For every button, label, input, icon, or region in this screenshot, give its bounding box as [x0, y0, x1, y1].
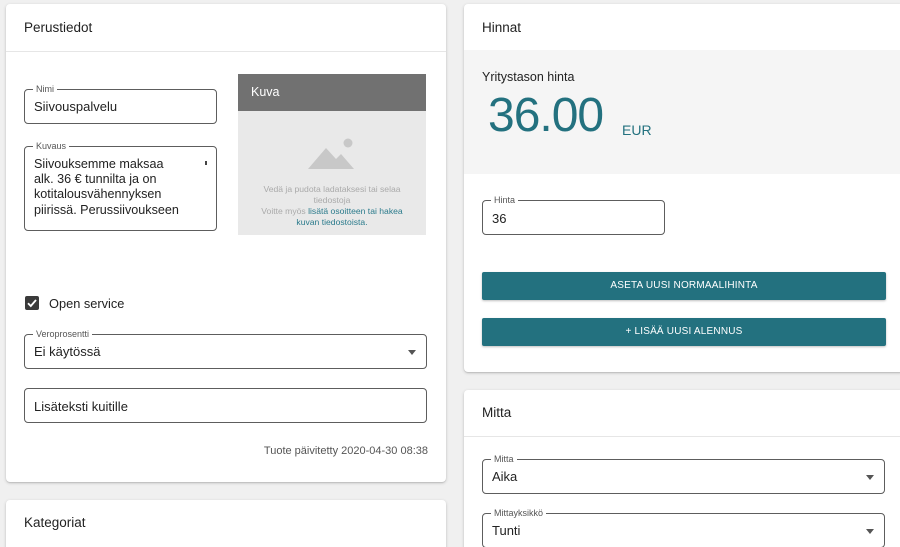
checkmark-icon	[27, 299, 37, 308]
chevron-down-icon	[866, 474, 874, 480]
hinnat-card: Hinnat Yritystason hinta 36.00 EUR Hinta…	[464, 4, 900, 372]
dropzone-hint-line1: Vedä ja pudota ladataksesi tai selaa	[263, 184, 401, 194]
description-field[interactable]: Kuvaus Siivouksemme maksaa alk. 36 € tun…	[24, 141, 217, 231]
price-legend: Hinta	[491, 195, 519, 206]
company-price-currency: EUR	[622, 122, 652, 138]
dropzone-hint-line2: tiedostoja	[313, 194, 351, 205]
receipt-text-placeholder: Lisäteksti kuitille	[34, 399, 128, 414]
dropzone-url-link[interactable]: lisätä osoitteen tai hakea	[308, 206, 403, 216]
measure-legend: Mitta	[491, 454, 517, 465]
chevron-down-icon	[866, 528, 874, 534]
hinnat-title: Hinnat	[482, 20, 522, 35]
mitta-card: Mitta Mitta Aika Mittayksikkö Tunti	[464, 390, 900, 547]
name-field[interactable]: Nimi Siivouspalvelu	[24, 84, 217, 124]
unit-legend: Mittayksikkö	[491, 508, 547, 519]
image-dropzone[interactable]: Kuva Vedä ja pudota ladataksesi tai sela…	[238, 74, 426, 235]
measure-value: Aika	[492, 469, 518, 484]
description-scrollbar[interactable]	[205, 161, 207, 165]
open-service-label: Open service	[49, 296, 125, 311]
description-line-4: piirissä. Perussiivoukseen	[34, 202, 179, 217]
chevron-down-icon	[408, 349, 416, 355]
description-line-1: Siivouksemme maksaa	[34, 157, 164, 171]
dropzone-hint-url: Voitte myös lisätä osoitteen tai hakea k…	[244, 206, 420, 227]
perustiedot-title: Perustiedot	[6, 4, 446, 52]
company-price-panel: Yritystason hinta 36.00 EUR	[464, 50, 900, 174]
mitta-title: Mitta	[464, 390, 900, 437]
company-price-value: 36.00	[488, 89, 604, 142]
kategoriat-title: Kategoriat	[24, 515, 86, 530]
set-normal-price-button[interactable]: ASETA UUSI NORMAALIHINTA	[482, 272, 886, 300]
vat-value: Ei käytössä	[34, 344, 101, 359]
dropzone-hint-prefix: Voitte myös	[261, 206, 309, 216]
image-placeholder-icon	[308, 138, 354, 169]
measure-select[interactable]: Mitta Aika	[482, 454, 885, 494]
perustiedot-card: Perustiedot Nimi Siivouspalvelu Kuvaus S…	[6, 4, 446, 482]
company-price-label: Yritystason hinta	[482, 70, 575, 84]
dropzone-file-link[interactable]: kuvan tiedostoista.	[244, 217, 420, 228]
unit-value: Tunti	[492, 523, 521, 538]
price-value: 36	[492, 211, 507, 226]
image-dropzone-title: Kuva	[238, 74, 426, 111]
description-legend: Kuvaus	[33, 141, 70, 152]
updated-timestamp: Tuote päivitetty 2020-04-30 08:38	[263, 445, 428, 457]
dropzone-hint: Vedä ja pudota ladataksesi tai selaa tie…	[244, 184, 420, 205]
receipt-text-input[interactable]: Lisäteksti kuitille	[24, 388, 427, 423]
vat-select[interactable]: Veroprosentti Ei käytössä	[24, 329, 427, 369]
price-field[interactable]: Hinta 36	[482, 195, 665, 235]
unit-select[interactable]: Mittayksikkö Tunti	[482, 508, 885, 547]
vat-legend: Veroprosentti	[33, 329, 93, 340]
name-value: Siivouspalvelu	[34, 99, 118, 114]
description-line-3: kotitalousvähennyksen	[34, 187, 162, 202]
open-service-checkbox[interactable]	[25, 296, 39, 310]
add-discount-button[interactable]: + LISÄÄ UUSI ALENNUS	[482, 318, 886, 346]
name-legend: Nimi	[33, 84, 57, 95]
kategoriat-card: Kategoriat	[6, 500, 446, 547]
description-line-2: alk. 36 € tunnilta ja on	[34, 172, 157, 187]
